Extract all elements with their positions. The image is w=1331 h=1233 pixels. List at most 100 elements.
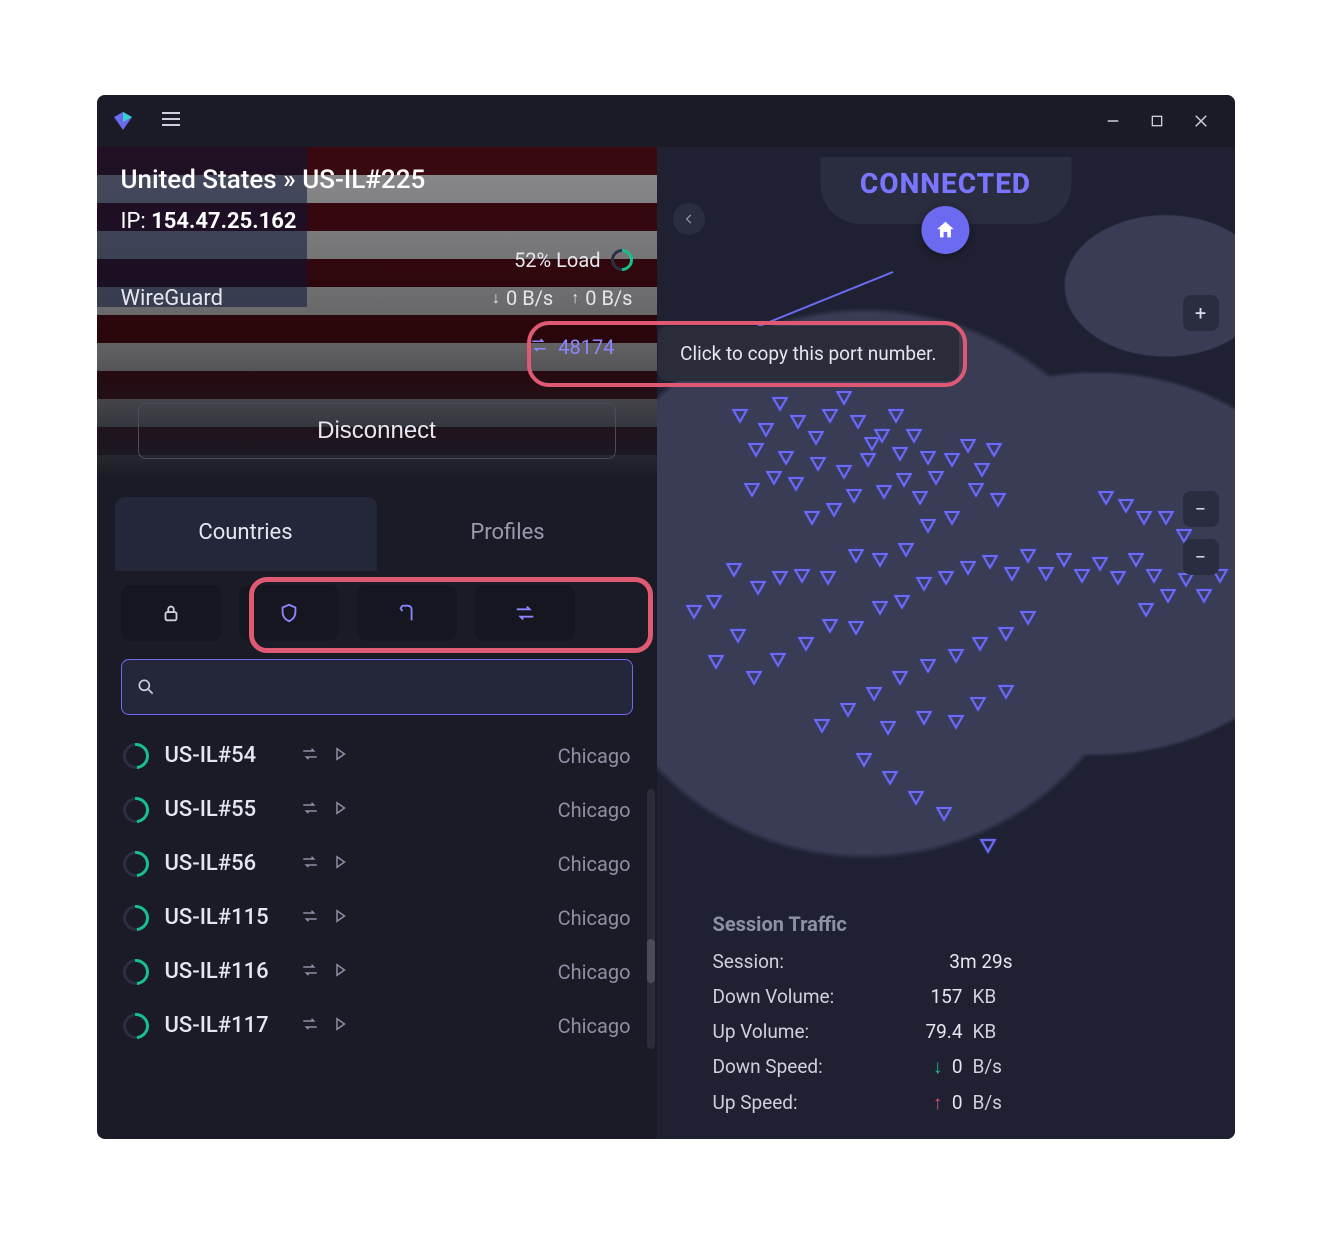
server-row[interactable]: US-IL#54 Chicago (97, 729, 657, 783)
map-marker-icon[interactable] (983, 439, 1005, 459)
map-marker-icon[interactable] (785, 473, 807, 493)
map-marker-icon[interactable] (847, 411, 869, 431)
map-marker-icon[interactable] (745, 439, 767, 459)
server-row[interactable]: US-IL#55 Chicago (97, 783, 657, 837)
map-marker-icon[interactable] (889, 667, 911, 687)
server-row[interactable]: US-IL#117 Chicago (97, 999, 657, 1053)
map-marker-icon[interactable] (1115, 495, 1137, 515)
map-marker-icon[interactable] (885, 405, 907, 425)
scrollbar[interactable] (647, 789, 655, 1049)
map-marker-icon[interactable] (1017, 607, 1039, 627)
filter-p2p-button[interactable] (475, 585, 575, 641)
scrollbar-thumb[interactable] (647, 939, 655, 983)
map-marker-icon[interactable] (823, 499, 845, 519)
map-marker-icon[interactable] (895, 539, 917, 559)
map-marker-icon[interactable] (837, 699, 859, 719)
home-button[interactable] (921, 206, 969, 254)
map-marker-icon[interactable] (995, 623, 1017, 643)
map-marker-icon[interactable] (1095, 487, 1117, 507)
tab-countries[interactable]: Countries (115, 497, 377, 571)
map-marker-icon[interactable] (987, 489, 1009, 509)
map-marker-icon[interactable] (683, 601, 705, 621)
map-marker-icon[interactable] (857, 449, 879, 469)
search-input[interactable] (121, 659, 633, 715)
map-marker-icon[interactable] (705, 651, 727, 671)
map-marker-icon[interactable] (893, 469, 915, 489)
port-number-button[interactable]: 48174 (512, 325, 632, 369)
map-marker-icon[interactable] (769, 567, 791, 587)
close-button[interactable] (1179, 99, 1223, 143)
map-marker-icon[interactable] (843, 485, 865, 505)
map-marker-icon[interactable] (767, 649, 789, 669)
map-marker-icon[interactable] (889, 443, 911, 463)
map-marker-icon[interactable] (967, 693, 989, 713)
map-marker-icon[interactable] (723, 559, 745, 579)
tab-profiles[interactable]: Profiles (377, 497, 639, 571)
map-marker-icon[interactable] (891, 591, 913, 611)
map-marker-icon[interactable] (873, 481, 895, 501)
hamburger-menu-icon[interactable] (159, 107, 183, 135)
map-marker-icon[interactable] (877, 717, 899, 737)
map-marker-icon[interactable] (969, 633, 991, 653)
map-marker-icon[interactable] (945, 711, 967, 731)
map-marker-icon[interactable] (1107, 567, 1129, 587)
minimize-button[interactable] (1091, 99, 1135, 143)
map-marker-icon[interactable] (979, 551, 1001, 571)
map-marker-icon[interactable] (763, 467, 785, 487)
zoom-out-button[interactable]: − (1183, 491, 1219, 527)
maximize-button[interactable] (1135, 99, 1179, 143)
server-row[interactable]: US-IL#116 Chicago (97, 945, 657, 999)
map-marker-icon[interactable] (845, 617, 867, 637)
filter-secure-core-button[interactable] (121, 585, 221, 641)
map-marker-icon[interactable] (869, 549, 891, 569)
map-marker-icon[interactable] (833, 387, 855, 407)
server-row[interactable]: US-IL#56 Chicago (97, 837, 657, 891)
map-marker-icon[interactable] (917, 515, 939, 535)
map-marker-icon[interactable] (909, 487, 931, 507)
map-marker-icon[interactable] (775, 447, 797, 467)
map-marker-icon[interactable] (819, 615, 841, 635)
map-marker-icon[interactable] (941, 507, 963, 527)
map-marker-icon[interactable] (805, 427, 827, 447)
map-marker-icon[interactable] (743, 667, 765, 687)
map-marker-icon[interactable] (817, 567, 839, 587)
map-marker-icon[interactable] (871, 425, 893, 445)
map-marker-icon[interactable] (747, 577, 769, 597)
map-marker-icon[interactable] (811, 715, 833, 735)
filter-shield-button[interactable] (239, 585, 339, 641)
map-marker-icon[interactable] (727, 625, 749, 645)
map-marker-icon[interactable] (935, 567, 957, 587)
map-marker-icon[interactable] (1017, 545, 1039, 565)
map-marker-icon[interactable] (807, 453, 829, 473)
map-marker-icon[interactable] (801, 507, 823, 527)
map-marker-icon[interactable] (755, 419, 777, 439)
map-marker-icon[interactable] (769, 393, 791, 413)
server-row[interactable]: US-IL#115 Chicago (97, 891, 657, 945)
map-marker-icon[interactable] (729, 405, 751, 425)
map-marker-icon[interactable] (913, 707, 935, 727)
zoom-in-button[interactable]: + (1183, 295, 1219, 331)
map-marker-icon[interactable] (913, 573, 935, 593)
map-pane[interactable]: CONNECTED + − − Session Traffic Session:… (657, 147, 1235, 1139)
map-marker-icon[interactable] (703, 591, 725, 611)
filter-streaming-button[interactable] (357, 585, 457, 641)
map-marker-icon[interactable] (917, 447, 939, 467)
map-marker-icon[interactable] (833, 461, 855, 481)
map-marker-icon[interactable] (795, 633, 817, 653)
map-marker-icon[interactable] (863, 683, 885, 703)
map-marker-icon[interactable] (917, 655, 939, 675)
map-marker-icon[interactable] (1135, 599, 1157, 619)
map-marker-icon[interactable] (791, 565, 813, 585)
disconnect-button[interactable]: Disconnect (138, 403, 616, 459)
map-marker-icon[interactable] (1001, 563, 1023, 583)
map-marker-icon[interactable] (995, 681, 1017, 701)
map-marker-icon[interactable] (869, 597, 891, 617)
map-marker-icon[interactable] (853, 749, 875, 769)
map-marker-icon[interactable] (977, 835, 999, 855)
map-marker-icon[interactable] (819, 405, 841, 425)
map-back-button[interactable] (673, 203, 705, 235)
map-marker-icon[interactable] (957, 435, 979, 455)
map-marker-icon[interactable] (1193, 585, 1215, 605)
map-marker-icon[interactable] (945, 645, 967, 665)
map-marker-icon[interactable] (903, 425, 925, 445)
